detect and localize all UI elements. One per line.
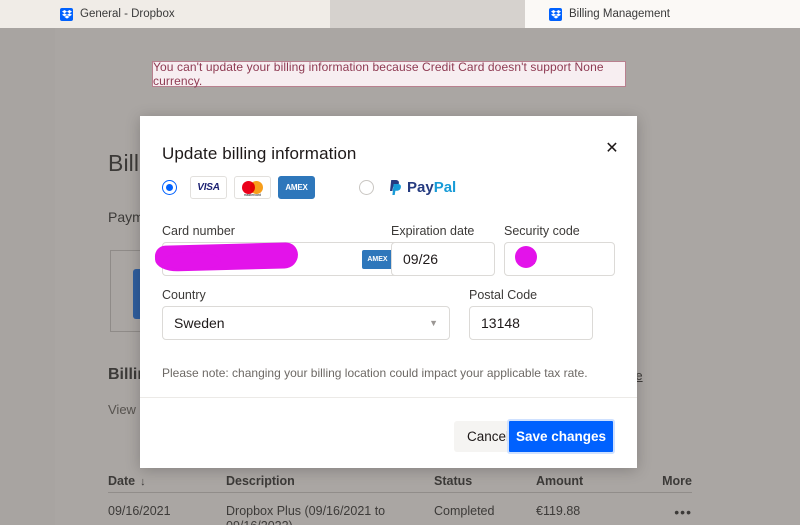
cell-status: Completed	[434, 504, 495, 518]
dropbox-icon	[60, 7, 73, 21]
label-card-number: Card number	[162, 224, 235, 238]
payment-section-label: Paym	[108, 209, 144, 225]
dropbox-icon	[549, 7, 562, 21]
row-actions-button[interactable]: •••	[628, 504, 692, 520]
label-security-code: Security code	[504, 224, 580, 238]
tax-note: Please note: changing your billing locat…	[162, 366, 588, 380]
chevron-down-icon: ▼	[429, 318, 438, 328]
update-billing-modal: Update billing information ✕ VISA master…	[140, 116, 637, 468]
redaction-mark-security-code	[515, 246, 537, 268]
paypal-icon: Pay Pal	[388, 179, 456, 196]
save-changes-button[interactable]: Save changes	[507, 419, 615, 454]
sort-descending-icon: ↓	[140, 476, 146, 488]
expiration-date-input[interactable]: 09/26	[391, 242, 495, 276]
card-brand-logos: VISA mastercard AMEX	[190, 176, 315, 199]
country-select[interactable]: Sweden ▼	[162, 306, 450, 340]
radio-credit-card[interactable]	[162, 180, 177, 195]
browser-tab-title: Billing Management	[569, 8, 671, 20]
visa-icon: VISA	[190, 176, 227, 199]
browser-tab-general-dropbox[interactable]: General - Dropbox	[0, 0, 330, 28]
cell-date: 09/16/2021	[108, 504, 171, 518]
modal-title: Update billing information	[162, 144, 357, 163]
column-header-date[interactable]: Date ↓	[108, 474, 226, 492]
amex-icon: AMEX	[362, 249, 393, 269]
label-postal-code: Postal Code	[469, 288, 538, 302]
tab-strip-gap	[330, 0, 525, 28]
radio-paypal[interactable]	[359, 180, 374, 195]
column-header-status[interactable]: Status	[434, 474, 536, 492]
browser-tab-strip: General - Dropbox Billing Management	[0, 0, 800, 28]
screenshot-root: General - Dropbox Billing Management You…	[0, 0, 800, 525]
label-country: Country	[162, 288, 206, 302]
error-banner: You can't update your billing informatio…	[152, 60, 626, 88]
column-header-more: More	[662, 474, 692, 488]
cell-amount: €119.88	[536, 504, 581, 518]
billing-history-table: Date ↓ Description Status Amount More 09/…	[108, 466, 692, 525]
close-icon[interactable]: ✕	[601, 138, 623, 160]
label-expiration-date: Expiration date	[391, 224, 475, 238]
table-header-row: Date ↓ Description Status Amount More	[108, 466, 692, 493]
paypal-option[interactable]: Pay Pal	[359, 179, 456, 196]
browser-tab-billing-management[interactable]: Billing Management	[525, 0, 800, 28]
expiration-date-value: 09/26	[403, 251, 439, 267]
browser-tab-title: General - Dropbox	[80, 8, 175, 20]
modal-footer-divider	[140, 397, 637, 398]
table-row: 09/16/2021 Dropbox Plus (09/16/2021 to 0…	[108, 493, 692, 525]
error-banner-text: You can't update your billing informatio…	[153, 60, 604, 88]
postal-code-value: 13148	[481, 315, 520, 331]
postal-code-input[interactable]: 13148	[469, 306, 593, 340]
column-header-amount[interactable]: Amount	[536, 474, 628, 492]
amex-icon: AMEX	[278, 176, 315, 199]
mastercard-icon: mastercard	[234, 176, 271, 199]
view-invoices-text: View i	[108, 402, 143, 417]
cell-description: Dropbox Plus (09/16/2021 to 09/16/2022)	[226, 504, 386, 525]
redaction-mark-card-number-tail	[163, 252, 221, 270]
column-header-description[interactable]: Description	[226, 474, 434, 492]
country-value: Sweden	[174, 315, 225, 331]
payment-method-selector: VISA mastercard AMEX Pay Pal	[162, 176, 456, 199]
